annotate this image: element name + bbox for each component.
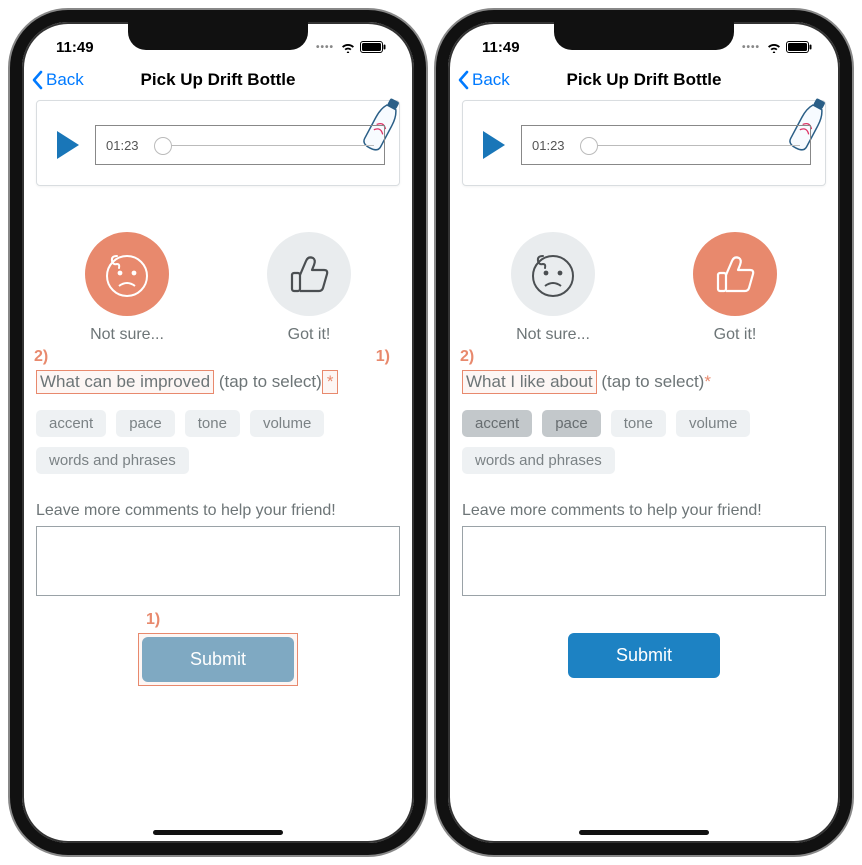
annotation-1: 1) (376, 348, 390, 366)
tag-volume[interactable]: volume (676, 410, 750, 437)
asterisk-highlight: * (322, 370, 339, 394)
prompt-main-highlight: What can be improved (36, 370, 214, 394)
status-time: 11:49 (56, 39, 94, 56)
required-asterisk: * (327, 372, 334, 391)
signal-dots-icon: •••• (742, 42, 760, 53)
rating-got-it[interactable]: Got it! (693, 232, 777, 344)
comments-label: Leave more comments to help your friend! (36, 502, 400, 520)
tag-tone[interactable]: tone (185, 410, 240, 437)
tag-pace[interactable]: pace (542, 410, 601, 437)
nav-bar: Back Pick Up Drift Bottle (448, 64, 840, 100)
prompt-main-text: What I like about (466, 372, 593, 391)
audio-player-card: 01:23 (36, 100, 400, 186)
rating-got-it-label: Got it! (267, 326, 351, 344)
thumbs-up-icon (693, 232, 777, 316)
tags-row: accent pace tone volume words and phrase… (36, 410, 400, 474)
submit-button[interactable]: Submit (142, 637, 294, 682)
back-button[interactable]: Back (30, 70, 84, 90)
comments-input[interactable] (36, 526, 400, 596)
rating-got-it-label: Got it! (693, 326, 777, 344)
submit-button[interactable]: Submit (568, 633, 720, 678)
thumbs-up-icon (267, 232, 351, 316)
rating-not-sure-label: Not sure... (85, 326, 169, 344)
audio-time: 01:23 (106, 138, 146, 153)
rating-got-it[interactable]: Got it! (267, 232, 351, 344)
tag-accent[interactable]: accent (36, 410, 106, 437)
home-indicator[interactable] (579, 830, 709, 835)
battery-icon (786, 41, 812, 53)
submit-highlight: Submit (138, 633, 298, 686)
prompt-tail: (tap to select) (601, 372, 704, 391)
rating-row: Not sure... Got it! (462, 232, 826, 344)
prompt-main-highlight: What I like about (462, 370, 597, 394)
annotation-2: 2) (34, 348, 48, 366)
confused-face-icon (85, 232, 169, 316)
confused-face-icon (511, 232, 595, 316)
prompt-tail: (tap to select) (219, 372, 322, 391)
annotation-2: 2) (460, 348, 474, 366)
tag-words[interactable]: words and phrases (36, 447, 189, 474)
signal-dots-icon: •••• (316, 42, 334, 53)
audio-track[interactable]: 01:23 (521, 125, 811, 165)
rating-not-sure[interactable]: Not sure... (511, 232, 595, 344)
phone-right: 11:49 •••• Back Pick Up Drift Bottle 01:… (436, 10, 852, 855)
battery-icon (360, 41, 386, 53)
notch (128, 22, 308, 50)
required-asterisk: * (704, 372, 711, 391)
audio-progress[interactable] (156, 145, 374, 146)
tag-words[interactable]: words and phrases (462, 447, 615, 474)
tag-tone[interactable]: tone (611, 410, 666, 437)
wifi-icon (340, 41, 356, 53)
rating-row: Not sure... Got it! (36, 232, 400, 344)
tag-accent[interactable]: accent (462, 410, 532, 437)
chevron-left-icon (456, 70, 470, 90)
tag-volume[interactable]: volume (250, 410, 324, 437)
audio-progress[interactable] (582, 145, 800, 146)
tag-pace[interactable]: pace (116, 410, 175, 437)
wifi-icon (766, 41, 782, 53)
back-label: Back (472, 70, 510, 90)
audio-player-card: 01:23 (462, 100, 826, 186)
status-indicators: •••• (742, 41, 812, 53)
audio-time: 01:23 (532, 138, 572, 153)
status-indicators: •••• (316, 41, 386, 53)
back-label: Back (46, 70, 84, 90)
nav-bar: Back Pick Up Drift Bottle (22, 64, 414, 100)
comments-input[interactable] (462, 526, 826, 596)
chevron-left-icon (30, 70, 44, 90)
prompt-main-text: What can be improved (40, 372, 210, 391)
audio-scrubber-thumb[interactable] (580, 137, 598, 155)
tags-row: accent pace tone volume words and phrase… (462, 410, 826, 474)
comments-label: Leave more comments to help your friend! (462, 502, 826, 520)
rating-not-sure[interactable]: Not sure... (85, 232, 169, 344)
annotation-submit-1: 1) (146, 611, 160, 629)
audio-track[interactable]: 01:23 (95, 125, 385, 165)
notch (554, 22, 734, 50)
home-indicator[interactable] (153, 830, 283, 835)
status-time: 11:49 (482, 39, 520, 56)
rating-not-sure-label: Not sure... (511, 326, 595, 344)
play-button[interactable] (483, 131, 505, 159)
prompt-row: 2) What I like about (tap to select)* (462, 370, 826, 394)
phone-left: 11:49 •••• Back Pick Up Drift Bottle 01:… (10, 10, 426, 855)
play-button[interactable] (57, 131, 79, 159)
back-button[interactable]: Back (456, 70, 510, 90)
prompt-row: 2) 1) What can be improved (tap to selec… (36, 370, 400, 394)
audio-scrubber-thumb[interactable] (154, 137, 172, 155)
